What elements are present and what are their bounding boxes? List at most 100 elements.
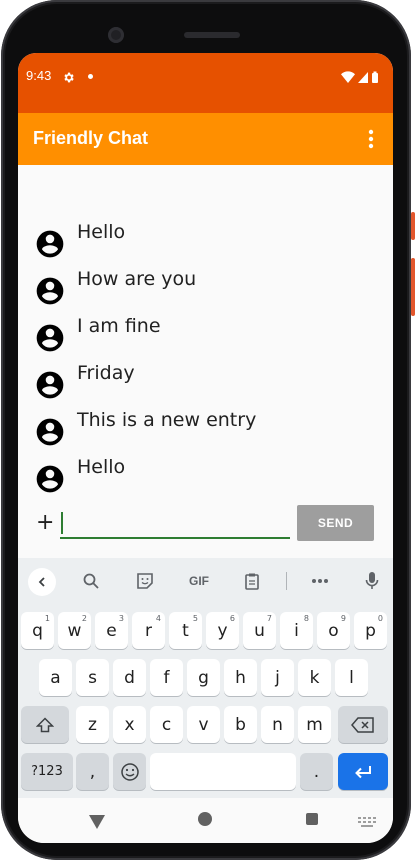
status-right-icons [341, 69, 381, 88]
battery-icon [372, 71, 378, 83]
more-vert-icon[interactable] [359, 125, 383, 153]
more-horiz-icon[interactable] [308, 569, 332, 593]
keyboard-toolbar: GIF [18, 558, 393, 604]
add-attachment-button[interactable]: + [36, 510, 54, 535]
message-input[interactable] [60, 507, 290, 539]
message-item: This is a new entry [34, 409, 374, 453]
key-label: w [67, 620, 82, 641]
message-item: How are you [34, 268, 374, 312]
enter-icon [355, 765, 371, 778]
emoji-icon [120, 762, 139, 781]
message-text: Friday [77, 362, 135, 384]
message-text: This is a new entry [77, 409, 257, 431]
search-icon[interactable] [79, 569, 103, 593]
key-x[interactable]: x [113, 706, 146, 743]
mic-icon[interactable] [360, 569, 384, 593]
key-r[interactable]: r4 [132, 612, 165, 649]
key-hint: 1 [44, 614, 50, 623]
volume-button [411, 258, 415, 316]
gif-label: GIF [189, 574, 209, 588]
key-hint: 0 [377, 614, 383, 623]
message-item: I am fine [34, 315, 374, 359]
account-circle-icon [34, 463, 66, 495]
status-bar: 9:43 [18, 53, 393, 113]
send-button[interactable]: SEND [297, 505, 374, 541]
key-hint: 2 [81, 614, 87, 623]
system-nav-bar [18, 798, 393, 843]
key-label: t [182, 620, 189, 641]
app-title: Friendly Chat [33, 128, 149, 148]
key-hint: 7 [266, 614, 272, 623]
key-z[interactable]: z [76, 706, 109, 743]
key-label: i [294, 620, 299, 641]
message-text: How are you [77, 268, 197, 290]
key-label: p [365, 620, 376, 641]
key-hint: 5 [192, 614, 198, 623]
key-label: u [254, 620, 265, 641]
nav-back-icon[interactable] [89, 814, 105, 833]
account-circle-icon [34, 416, 66, 448]
keyboard-switch-icon[interactable] [358, 814, 376, 833]
key-i[interactable]: i8 [280, 612, 313, 649]
key-label: q [32, 620, 43, 641]
phone-screen: 9:43 Friendly Chat Hello How are you I a… [18, 53, 393, 843]
message-item: Hello [34, 221, 374, 265]
account-circle-icon [34, 228, 66, 260]
message-text: I am fine [77, 315, 161, 337]
wifi-icon [341, 71, 355, 83]
key-s[interactable]: s [76, 659, 109, 696]
account-circle-icon [34, 322, 66, 354]
key-f[interactable]: f [150, 659, 183, 696]
key-h[interactable]: h [224, 659, 257, 696]
phone-frame: 9:43 Friendly Chat Hello How are you I a… [1, 0, 415, 860]
front-camera [108, 27, 124, 43]
backspace-icon [351, 716, 374, 733]
key-a[interactable]: a [39, 659, 72, 696]
message-text: Hello [77, 221, 126, 243]
symbols-key[interactable]: ?123 [21, 753, 73, 790]
gear-icon [62, 69, 75, 88]
key-hint: 3 [118, 614, 124, 623]
key-j[interactable]: j [261, 659, 294, 696]
key-hint: 9 [340, 614, 346, 623]
message-text: Hello [77, 456, 126, 478]
gif-icon[interactable]: GIF [183, 569, 215, 593]
key-v[interactable]: v [187, 706, 220, 743]
toolbar-divider [286, 572, 287, 590]
nav-recents-icon[interactable] [306, 813, 318, 825]
key-l[interactable]: l [335, 659, 368, 696]
space-key[interactable] [150, 753, 296, 790]
enter-key[interactable] [338, 753, 388, 790]
key-w[interactable]: w2 [58, 612, 91, 649]
nav-home-icon[interactable] [198, 812, 212, 826]
comma-key[interactable]: , [76, 753, 109, 790]
key-o[interactable]: o9 [317, 612, 350, 649]
key-q[interactable]: q1 [21, 612, 54, 649]
key-m[interactable]: m [298, 706, 331, 743]
key-d[interactable]: d [113, 659, 146, 696]
emoji-key[interactable] [113, 753, 146, 790]
key-p[interactable]: p0 [354, 612, 387, 649]
period-key[interactable]: . [300, 753, 333, 790]
key-y[interactable]: y6 [206, 612, 239, 649]
key-t[interactable]: t5 [169, 612, 202, 649]
key-e[interactable]: e3 [95, 612, 128, 649]
key-label: y [217, 620, 228, 641]
shift-icon [36, 716, 54, 732]
clipboard-icon[interactable] [240, 569, 264, 593]
key-g[interactable]: g [187, 659, 220, 696]
soft-keyboard: GIF q1 w2 e3 r4 t5 y6 u7 i8 o 9 p 0 a s … [18, 558, 393, 798]
key-c[interactable]: c [150, 706, 183, 743]
shift-key[interactable] [21, 706, 69, 743]
key-label: r [145, 620, 152, 641]
message-list: Hello How are you I am fine Friday This … [18, 165, 393, 500]
key-k[interactable]: k [298, 659, 331, 696]
backspace-key[interactable] [338, 706, 388, 743]
sticker-icon[interactable] [133, 569, 157, 593]
message-item: Friday [34, 362, 374, 406]
key-hint: 8 [303, 614, 309, 623]
key-n[interactable]: n [261, 706, 294, 743]
key-u[interactable]: u7 [243, 612, 276, 649]
chevron-left-icon[interactable] [28, 568, 56, 596]
key-b[interactable]: b [224, 706, 257, 743]
